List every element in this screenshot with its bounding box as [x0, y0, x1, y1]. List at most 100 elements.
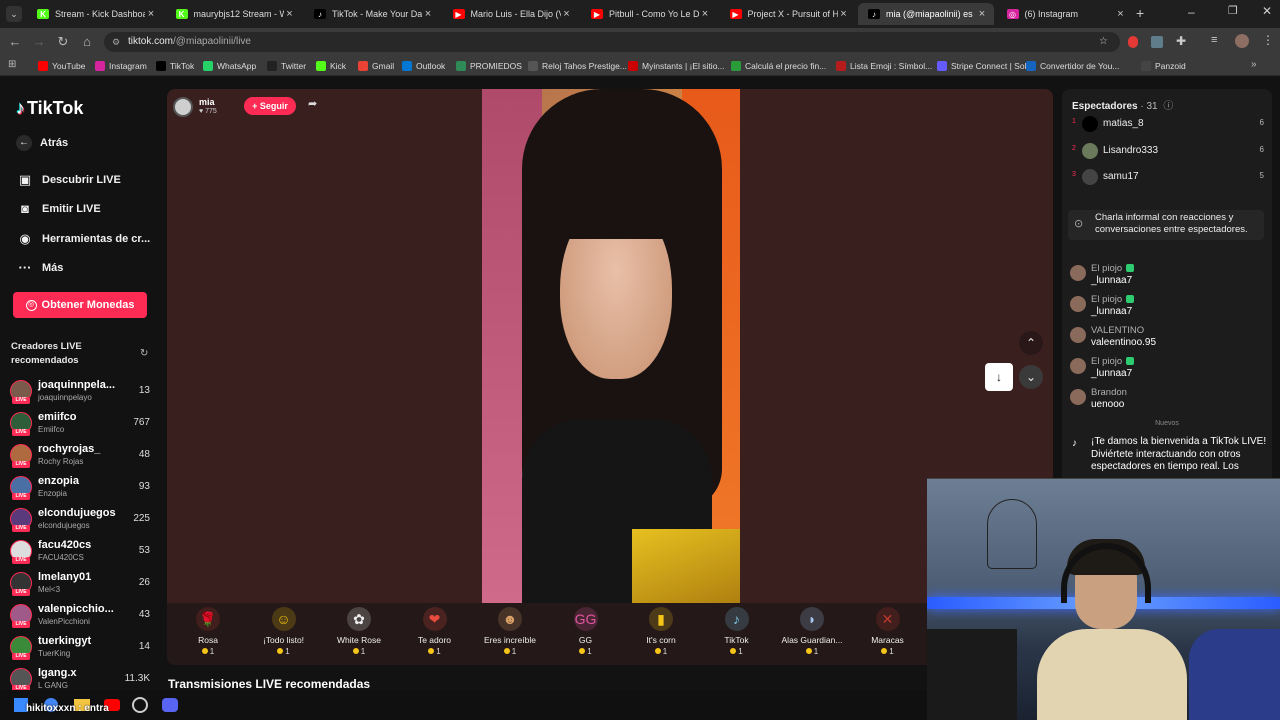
live-video[interactable]: [482, 89, 740, 603]
browser-tab[interactable]: ▶ Pitbull - Como Yo Le Doy×: [581, 3, 717, 25]
recommended-creator-item[interactable]: LIVE facu420cs FACU420CS 53: [10, 538, 152, 566]
sidebar-nav-item[interactable]: ▣ Descubrir LIVE: [16, 172, 121, 188]
bookmark-item[interactable]: WhatsApp: [203, 59, 256, 73]
get-coins-button[interactable]: ◎ Obtener Monedas: [13, 292, 147, 318]
back-link[interactable]: ← Atrás: [16, 135, 68, 151]
top-viewer-item[interactable]: 1 matias_8 6: [1072, 114, 1264, 134]
extension-badge-icon[interactable]: [1151, 36, 1163, 48]
bookmark-star-icon[interactable]: ☆: [1099, 32, 1108, 52]
extensions-puzzle-icon[interactable]: ✚: [1176, 34, 1186, 48]
more-bookmarks-icon[interactable]: »: [1251, 59, 1257, 70]
chat-avatar[interactable]: [1070, 389, 1086, 405]
share-icon[interactable]: ➦: [308, 97, 317, 110]
top-viewer-item[interactable]: 2 Lisandro333 6: [1072, 141, 1264, 161]
recommended-creator-item[interactable]: LIVE joaquinnpela... joaquinnpelayo 13: [10, 378, 152, 406]
close-tab-icon[interactable]: ×: [838, 8, 850, 20]
close-tab-icon[interactable]: ×: [561, 8, 573, 20]
close-tab-icon[interactable]: ×: [699, 8, 711, 20]
browser-tab[interactable]: ♪ TikTok - Make Your Day ×: [304, 3, 440, 25]
chat-username[interactable]: El piojo: [1091, 263, 1135, 274]
bookmark-item[interactable]: Gmail: [358, 59, 394, 73]
refresh-icon[interactable]: ↻: [140, 348, 148, 359]
gift-item[interactable]: ☻ Eres increíble 1: [473, 607, 547, 656]
minimize-button[interactable]: –: [1188, 5, 1195, 19]
follow-button[interactable]: + Seguir: [244, 97, 296, 115]
site-info-icon[interactable]: ⚙: [112, 32, 120, 52]
profile-avatar[interactable]: [1235, 34, 1249, 48]
recommended-creator-item[interactable]: LIVE tuerkingyt TuerKing 14: [10, 634, 152, 662]
sidebar-nav-item[interactable]: ◉ Herramientas de cr...: [16, 231, 150, 247]
reload-icon[interactable]: ↻: [55, 34, 71, 50]
browser-tab[interactable]: K Stream - Kick Dashboard×: [27, 3, 163, 25]
gift-item[interactable]: 🌹 Rosa 1: [171, 607, 245, 656]
chat-username[interactable]: VALENTINO: [1091, 325, 1144, 336]
browser-tab[interactable]: ▶ Project X - Pursuit of Happ×: [720, 3, 856, 25]
recommended-creator-item[interactable]: LIVE rochyrojas_ Rochy Rojas 48: [10, 442, 152, 470]
browser-tab[interactable]: ♪ mia (@miapaolinii) es ×: [858, 3, 994, 25]
chat-avatar[interactable]: [1070, 327, 1086, 343]
top-viewer-item[interactable]: 3 samu17 5: [1072, 167, 1264, 187]
chat-avatar[interactable]: [1070, 358, 1086, 374]
info-icon[interactable]: ⓘ: [1163, 101, 1173, 112]
bookmark-item[interactable]: Kick: [316, 59, 346, 73]
bookmark-item[interactable]: Lista Emoji : Símbol...: [836, 59, 932, 73]
chat-username[interactable]: El piojo: [1091, 294, 1135, 305]
url-input[interactable]: ⚙ tiktok.com/@miapaolinii/live ☆: [104, 32, 1120, 52]
bookmark-item[interactable]: PROMIEDOS: [456, 59, 522, 73]
close-tab-icon[interactable]: ×: [422, 8, 434, 20]
bookmark-item[interactable]: Convertidor de You...: [1026, 59, 1119, 73]
chat-username[interactable]: Brandon: [1091, 387, 1127, 398]
close-tab-icon[interactable]: ×: [976, 8, 988, 20]
tiktok-logo[interactable]: ♪ TikTok: [16, 98, 83, 119]
browser-tab[interactable]: ◎ (6) Instagram ×: [997, 3, 1133, 25]
bookmark-item[interactable]: TikTok: [156, 59, 194, 73]
recommended-creator-item[interactable]: LIVE enzopia Enzopia 93: [10, 474, 152, 502]
bookmark-item[interactable]: Instagram: [95, 59, 147, 73]
bookmark-item[interactable]: Calculá el precio fin...: [731, 59, 826, 73]
recommended-creator-item[interactable]: LIVE lmelany01 Mel<3 26: [10, 570, 152, 598]
close-tab-icon[interactable]: ×: [284, 8, 296, 20]
gift-item[interactable]: ❤ Te adoro 1: [398, 607, 472, 656]
next-stream-button[interactable]: ⌄: [1019, 365, 1043, 389]
chat-avatar[interactable]: [1070, 265, 1086, 281]
forward-icon[interactable]: →: [31, 34, 47, 50]
browser-menu-icon[interactable]: ⋮: [1262, 33, 1274, 47]
media-controls-icon[interactable]: ≡: [1211, 34, 1217, 46]
sidebar-nav-item[interactable]: ◙ Emitir LIVE: [16, 201, 101, 216]
new-tab-button[interactable]: +: [1136, 5, 1144, 21]
gift-item[interactable]: ▮ It's corn 1: [624, 607, 698, 656]
host-info[interactable]: mia ♥ 775: [173, 96, 233, 118]
bookmark-item[interactable]: YouTube: [38, 59, 85, 73]
close-tab-icon[interactable]: ×: [1115, 8, 1127, 20]
bookmark-item[interactable]: Reloj Tahos Prestige...: [528, 59, 627, 73]
bookmark-item[interactable]: Panzoid: [1141, 59, 1186, 73]
chat-username[interactable]: El piojo: [1091, 356, 1135, 367]
recommended-creator-item[interactable]: LIVE elcondujuegos elcondujuegos 225: [10, 506, 152, 534]
browser-tab[interactable]: Kmaurybjs12 Stream - Watch×: [166, 3, 302, 25]
gift-item[interactable]: ◗ Alas Guardian... 1: [775, 607, 849, 656]
gift-item[interactable]: ☺ ¡Todo listo! 1: [247, 607, 321, 656]
recommended-creator-item[interactable]: LIVE valenpicchio... ValenPicchioni 43: [10, 602, 152, 630]
bookmark-item[interactable]: Stripe Connect | Sol...: [937, 59, 1034, 73]
chat-avatar[interactable]: [1070, 296, 1086, 312]
bookmark-item[interactable]: Myinstants | ¡El sitio...: [628, 59, 725, 73]
tab-search-button[interactable]: ⌄: [6, 6, 22, 22]
discord-taskbar-icon[interactable]: [162, 698, 178, 712]
close-tab-icon[interactable]: ×: [145, 8, 157, 20]
back-icon[interactable]: ←: [7, 34, 23, 50]
obs-taskbar-icon[interactable]: [132, 697, 148, 713]
gift-item[interactable]: ♪ TikTok 1: [700, 607, 774, 656]
gift-item[interactable]: ✿ White Rose 1: [322, 607, 396, 656]
gift-item[interactable]: GG GG 1: [549, 607, 623, 656]
close-window-button[interactable]: ✕: [1262, 4, 1272, 18]
previous-stream-button[interactable]: ⌃: [1019, 331, 1043, 355]
browser-tab[interactable]: ▶ Mario Luis - Ella Dijo (Video×: [443, 3, 579, 25]
download-tooltip-button[interactable]: ↓: [985, 363, 1013, 391]
home-icon[interactable]: ⌂: [79, 34, 95, 50]
bookmark-item[interactable]: Outlook: [402, 59, 445, 73]
recommended-creator-item[interactable]: LIVE emiifco Emiifco 767: [10, 410, 152, 438]
gift-item[interactable]: ✕ Maracas 1: [851, 607, 925, 656]
apps-grid-icon[interactable]: ⊞: [8, 59, 16, 70]
sidebar-nav-item[interactable]: ··· Más: [16, 260, 64, 275]
maximize-button[interactable]: ❐: [1228, 4, 1238, 17]
